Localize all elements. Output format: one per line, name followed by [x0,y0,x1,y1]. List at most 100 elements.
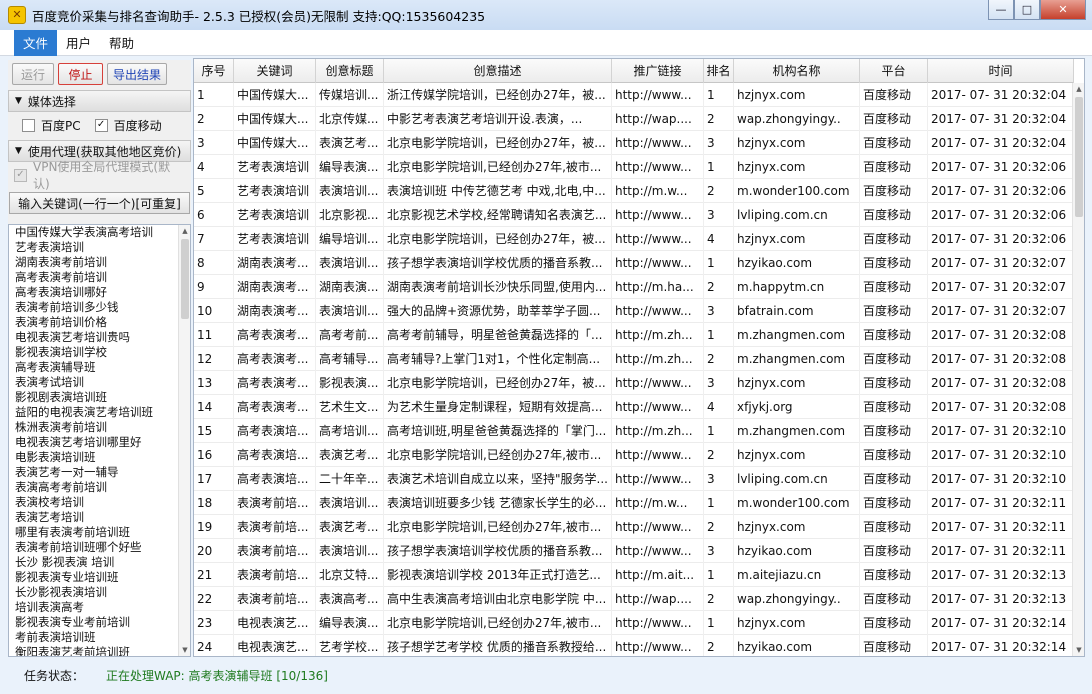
keyword-list-item[interactable]: 电影表演培训班 [9,450,190,465]
table-row[interactable]: 6 艺考表演培训 北京影视... 北京影视艺术学校,经常聘请知名表演艺... http:… [194,203,1074,227]
keyword-list-item[interactable]: 衡阳表演艺考前培训班 [9,645,190,656]
table-row[interactable]: 10 湖南表演考... 表演培训... 强大的品牌+资源优势，助莘莘学子圆... htt… [194,299,1074,323]
table-row[interactable]: 22 表演考前培... 表演高考... 高中生表演高考培训由北京电影学院 中... ht… [194,587,1074,611]
table-row[interactable]: 5 艺考表演培训 表演培训... 表演培训班 中传艺德艺考 中戏,北电,中... htt… [194,179,1074,203]
scroll-up-icon[interactable]: ▲ [1073,83,1084,95]
keyword-list-item[interactable]: 表演艺考培训 [9,510,190,525]
keyword-list-item[interactable]: 培训表演高考 [9,600,190,615]
input-keywords-button[interactable]: 输入关键词(一行一个)[可重复] [9,192,190,214]
keyword-list-item[interactable]: 考前表演培训班 [9,630,190,645]
keyword-list-item[interactable]: 影视表演专业培训班 [9,570,190,585]
keyword-list-item[interactable]: 中国传媒大学表演高考培训 [9,225,190,240]
table-cell: http://m.zh... [612,347,704,371]
baidu-pc-checkbox[interactable] [22,118,35,132]
keyword-list-item[interactable]: 高考表演辅导班 [9,360,190,375]
table-row[interactable]: 13 高考表演考... 影视表演... 北京电影学院培训，已经创办27年，被... ht… [194,371,1074,395]
table-row[interactable]: 11 高考表演考... 高考考前... 高考考前辅导，明星爸爸黄磊选择的「... htt… [194,323,1074,347]
keyword-list-item[interactable]: 益阳的电视表演艺考培训班 [9,405,190,420]
column-header[interactable]: 时间 [928,59,1074,83]
close-icon[interactable]: ✕ [1040,0,1086,20]
table-cell: 表演考前培... [234,491,316,515]
table-row[interactable]: 12 高考表演考... 高考辅导... 高考辅导?上掌门1对1，个性化定制高... ht… [194,347,1074,371]
column-header[interactable]: 创意描述 [384,59,612,83]
keyword-list-item[interactable]: 长沙 影视表演 培训 [9,555,190,570]
table-row[interactable]: 8 湖南表演考... 表演培训... 孩子想学表演培训学校优质的播音系教... http… [194,251,1074,275]
column-header[interactable]: 平台 [860,59,928,83]
keyword-list-item[interactable]: 表演考试培训 [9,375,190,390]
menu-user[interactable]: 用户 [57,30,100,56]
table-row[interactable]: 18 表演考前培... 表演培训... 表演培训班要多少钱 艺德家长学生的必... ht… [194,491,1074,515]
keyword-list-item[interactable]: 表演考前培训价格 [9,315,190,330]
table-row[interactable]: 16 高考表演培... 表演艺考... 北京电影学院培训,已经创办27年,被市... h… [194,443,1074,467]
scroll-down-icon[interactable]: ▼ [179,644,190,656]
table-cell: 2017- 07- 31 20:32:06 [928,179,1074,203]
scrollbar-thumb[interactable] [181,239,189,319]
table-row[interactable]: 15 高考表演培... 高考培训... 高考培训班,明星爸爸黄磊选择的「掌门... ht… [194,419,1074,443]
table-cell: 2017- 07- 31 20:32:06 [928,227,1074,251]
keyword-list-item[interactable]: 电视表演艺考培训哪里好 [9,435,190,450]
table-scrollbar[interactable]: ▲ ▼ [1072,83,1084,656]
table-cell: 艺考表演培训 [234,179,316,203]
menu-file[interactable]: 文件 [14,29,58,56]
table-row[interactable]: 23 电视表演艺... 编导表演... 北京电影学院培训,已经创办27年,被市... h… [194,611,1074,635]
table-cell: http://www... [612,227,704,251]
keyword-list-item[interactable]: 影视剧表演培训班 [9,390,190,405]
table-cell: 表演高考... [316,587,384,611]
table-row[interactable]: 19 表演考前培... 表演艺考... 北京电影学院培训,已经创办27年,被市... h… [194,515,1074,539]
table-cell: 北京电影学院培训，已经创办27年，被... [384,131,612,155]
table-cell: 百度移动 [860,395,928,419]
scroll-up-icon[interactable]: ▲ [179,225,190,237]
keyword-list-item[interactable]: 艺考表演培训 [9,240,190,255]
keyword-list-item[interactable]: 表演考前培训多少钱 [9,300,190,315]
table-row[interactable]: 20 表演考前培... 表演培训... 孩子想学表演培训学校优质的播音系教... htt… [194,539,1074,563]
keyword-list-item[interactable]: 湖南表演考前培训 [9,255,190,270]
vpn-global-proxy-checkbox[interactable]: ✓ [14,168,27,182]
keyword-list-item[interactable]: 表演校考培训 [9,495,190,510]
scrollbar-thumb[interactable] [1075,97,1083,217]
keyword-list-item[interactable]: 表演高考考前培训 [9,480,190,495]
table-cell: bfatrain.com [734,299,860,323]
keyword-list-item[interactable]: 高考表演培训哪好 [9,285,190,300]
column-header[interactable]: 序号 [194,59,234,83]
keyword-list-item[interactable]: 表演考前培训班哪个好些 [9,540,190,555]
table-cell: 北京电影学院培训,已经创办27年,被市... [384,515,612,539]
table-row[interactable]: 21 表演考前培... 北京艾特... 影视表演培训学校 2013年正式打造艺... h… [194,563,1074,587]
media-section-header[interactable]: ▼ 媒体选择 [8,90,191,112]
column-header[interactable]: 关键词 [234,59,316,83]
table-row[interactable]: 14 高考表演考... 艺术生文... 为艺术生量身定制课程，短期有效提高... htt… [194,395,1074,419]
keyword-list-item[interactable]: 影视表演培训学校 [9,345,190,360]
run-button[interactable]: 运行 [12,63,54,85]
keyword-list-item[interactable]: 表演艺考一对一辅导 [9,465,190,480]
table-row[interactable]: 9 湖南表演考... 湖南表演... 湖南表演考前培训长沙快乐同盟,使用内... htt… [194,275,1074,299]
menu-help[interactable]: 帮助 [100,30,143,56]
column-header[interactable]: 创意标题 [316,59,384,83]
table-row[interactable]: 17 高考表演培... 二十年辛... 表演艺术培训自成立以来，坚持"服务学... ht… [194,467,1074,491]
column-header[interactable]: 机构名称 [734,59,860,83]
keyword-list-item[interactable]: 影视表演专业考前培训 [9,615,190,630]
table-cell: http://www... [612,467,704,491]
scroll-down-icon[interactable]: ▼ [1073,644,1084,656]
table-cell: 2017- 07- 31 20:32:08 [928,323,1074,347]
column-header[interactable]: 排名 [704,59,734,83]
table-cell: 22 [194,587,234,611]
baidu-mobile-checkbox[interactable]: ✓ [94,118,108,132]
keyword-list-item[interactable]: 电视表演艺考培训贵吗 [9,330,190,345]
keyword-list-item[interactable]: 株洲表演考前培训 [9,420,190,435]
table-row[interactable]: 2 中国传媒大... 北京传媒... 中影艺考表演艺考培训开设.表演，... http:… [194,107,1074,131]
table-row[interactable]: 3 中国传媒大... 表演艺考... 北京电影学院培训，已经创办27年，被... htt… [194,131,1074,155]
keyword-list-item[interactable]: 哪里有表演考前培训班 [9,525,190,540]
column-header[interactable]: 推广链接 [612,59,704,83]
stop-button[interactable]: 停止 [58,63,103,85]
minimize-icon[interactable]: — [988,0,1014,20]
maximize-icon[interactable]: □ [1014,0,1040,20]
proxy-options: ✓ VPN使用全局代理模式(默认) [8,160,191,191]
keyword-list-scrollbar[interactable]: ▲ ▼ [178,225,190,656]
keyword-list-item[interactable]: 长沙影视表演培训 [9,585,190,600]
table-row[interactable]: 1 中国传媒大... 传媒培训... 浙江传媒学院培训，已经创办27年，被... htt… [194,83,1074,107]
keyword-list[interactable]: 中国传媒大学表演高考培训 艺考表演培训 湖南表演考前培训 高考表演考前培训 高考表演培训… [8,224,191,657]
export-results-button[interactable]: 导出结果 [107,63,167,85]
table-row[interactable]: 4 艺考表演培训 编导表演... 北京电影学院培训,已经创办27年,被市... http… [194,155,1074,179]
table-row[interactable]: 24 电视表演艺... 艺考学校... 孩子想学艺考学校 优质的播音系教授给... ht… [194,635,1074,656]
table-row[interactable]: 7 艺考表演培训 编导培训... 北京电影学院培训，已经创办27年，被... http:… [194,227,1074,251]
keyword-list-item[interactable]: 高考表演考前培训 [9,270,190,285]
